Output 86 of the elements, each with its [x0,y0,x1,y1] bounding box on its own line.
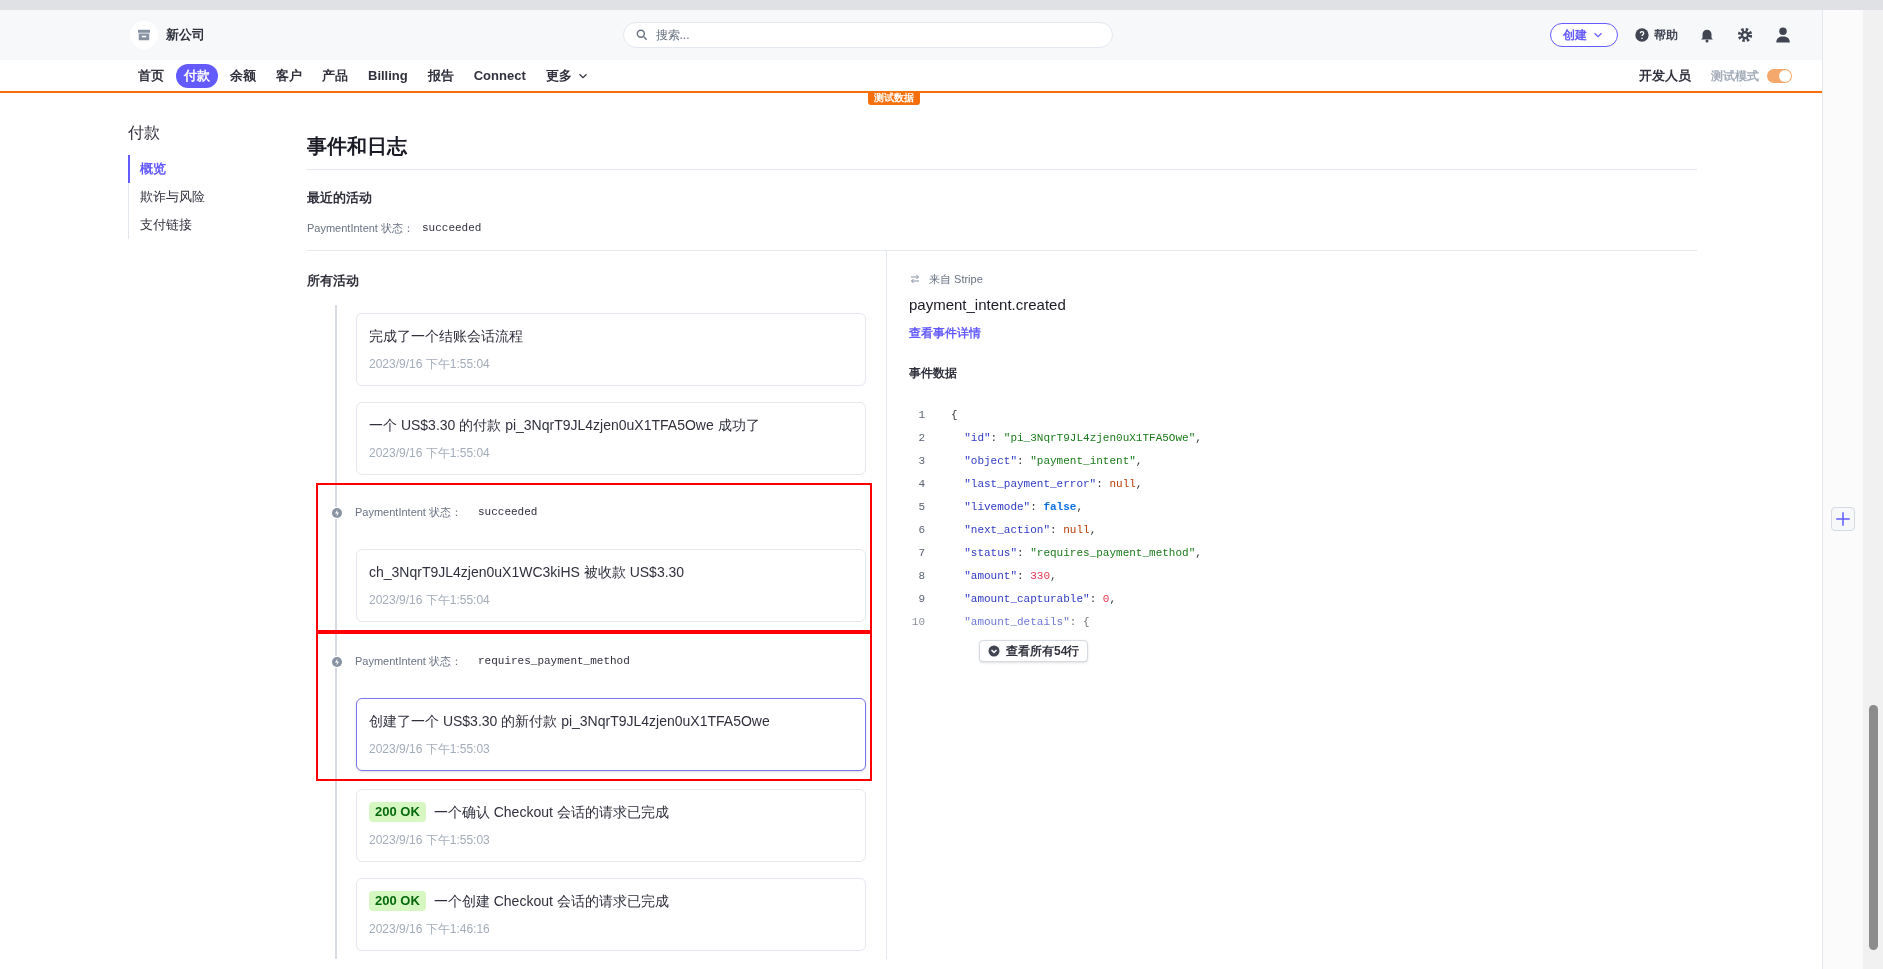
code-line: "amount_capturable": 0, [963,592,1117,608]
nav-tab[interactable]: Connect [465,63,534,88]
plus-icon [1834,510,1852,528]
status-label: PaymentIntent 状态： [355,505,462,521]
event-source: 来自 Stripe [929,272,983,287]
code-line: { [951,408,958,424]
line-number: 9 [917,592,925,608]
status-value: succeeded [478,505,538,521]
code-line: "status": "requires_payment_method", [963,546,1202,562]
test-mode-toggle[interactable] [1767,68,1792,83]
code-line: "last_payment_error": null, [963,477,1143,493]
section-title: 最近的活动 [307,189,373,207]
chevron-down-circle-icon [988,645,1000,657]
nav-tab[interactable]: 首页 [130,63,172,88]
sidebar-item[interactable]: 概览 [128,155,278,183]
event-time: 2023/9/16 下午1:46:16 [369,920,491,938]
event-title: 一个创建 Checkout 会话的请求已完成 [433,891,669,911]
event-title: 一个确认 Checkout 会话的请求已完成 [433,802,669,822]
status-value: succeeded [422,220,482,236]
status-label: PaymentIntent 状态： [355,654,462,670]
user-icon[interactable] [1774,26,1792,44]
event-time: 2023/9/16 下午1:55:04 [369,591,491,609]
show-all-button[interactable]: 查看所有54行 [979,640,1089,662]
code-line: "livemode": false, [963,500,1084,516]
page-title: 事件和日志 [307,134,408,159]
line-number: 7 [917,546,925,562]
company-name[interactable]: 新公司 [166,25,205,45]
sidebar-item[interactable]: 支付链接 [128,211,278,239]
line-number: 4 [917,477,925,493]
nav-tab[interactable]: 付款 [176,63,218,88]
event-card[interactable]: 200 OK 一个创建 Checkout 会话的请求已完成 2023/9/16 下午1:46:16 [356,877,866,951]
event-title: 完成了一个结账会话流程 [369,326,523,346]
status-change-icon [331,506,343,519]
line-number: 3 [917,454,925,470]
code-line: "amount": 330, [963,569,1057,585]
event-name: payment_intent.created [909,294,1067,315]
search-field[interactable]: 搜索... [622,22,1113,48]
status-badge: 200 OK [369,802,426,822]
code-line: "next_action": null, [963,523,1097,539]
help-icon [1634,27,1650,43]
test-mode-label: 测试模式 [1711,67,1759,85]
section-title: 事件数据 [909,365,958,382]
nav-tab[interactable]: 报告 [419,63,462,88]
event-title: 创建了一个 US$3.30 的新付款 pi_3NqrT9JL4zjen0uX1TFA5Owe [369,711,770,731]
code-line: "object": "payment_intent", [963,454,1143,470]
code-line: "amount_details": { [963,615,1090,631]
developers-link[interactable]: 开发人员 [1639,65,1691,86]
event-title: ch_3NqrT9JL4zjen0uX1WC3kiHS 被收款 US$3.30 [369,562,685,582]
status-label: PaymentIntent 状态： [307,220,414,236]
scrollbar-thumb[interactable] [1868,705,1878,950]
add-button[interactable] [1831,507,1855,531]
line-number: 5 [917,500,925,516]
code-line: "id": "pi_3NqrT9JL4zjen0uX1TFA5Owe", [963,431,1202,447]
status-change-icon [331,655,343,668]
line-number: 2 [917,431,925,447]
event-time: 2023/9/16 下午1:55:03 [369,831,491,849]
event-card[interactable]: 200 OK 一个确认 Checkout 会话的请求已完成 2023/9/16 下午1:55:03 [356,788,866,862]
event-time: 2023/9/16 下午1:55:04 [369,444,491,462]
line-number: 8 [917,569,925,585]
nav-tab[interactable]: 产品 [314,63,356,88]
help-button[interactable]: 帮助 [1634,26,1678,44]
event-title: 一个 US$3.30 的付款 pi_3NqrT9JL4zjen0uX1TFA5Owe 成功了 [369,415,760,435]
section-title: 所有活动 [307,272,360,290]
status-value: requires_payment_method [478,654,630,670]
nav-tab[interactable]: 客户 [268,63,310,88]
more-menu[interactable]: 更多 [537,65,598,86]
event-time: 2023/9/16 下午1:55:03 [369,740,491,758]
sidebar-title: 付款 [128,123,161,143]
swap-icon [909,273,921,286]
nav-tab[interactable]: 余额 [222,63,264,88]
event-card[interactable]: ch_3NqrT9JL4zjen0uX1WC3kiHS 被收款 US$3.30 2023/9/16 下午1:55:04 [356,548,866,622]
line-number: 6 [917,523,925,539]
line-number: 1 [917,408,925,424]
sidebar-item[interactable]: 欺诈与风险 [128,183,278,211]
settings-icon[interactable] [1736,26,1754,44]
test-data-badge: 测试数据 [868,91,920,105]
event-card[interactable]: 一个 US$3.30 的付款 pi_3NqrT9JL4zjen0uX1TFA5Owe 成功了 2023/9/16 下午1:55:04 [356,401,866,475]
nav-tab[interactable]: Billing [360,63,416,88]
create-button[interactable]: 创建 [1550,23,1618,47]
event-card[interactable]: 完成了一个结账会话流程 2023/9/16 下午1:55:04 [356,312,866,386]
event-details-link[interactable]: 查看事件详情 [909,324,1697,342]
status-badge: 200 OK [369,891,426,911]
event-time: 2023/9/16 下午1:55:04 [369,355,491,373]
line-number: 10 [910,615,925,631]
search-icon [634,28,649,42]
event-card[interactable]: 创建了一个 US$3.30 的新付款 pi_3NqrT9JL4zjen0uX1TFA5Owe 2023/9/16 下午1:55:03 [356,697,866,771]
